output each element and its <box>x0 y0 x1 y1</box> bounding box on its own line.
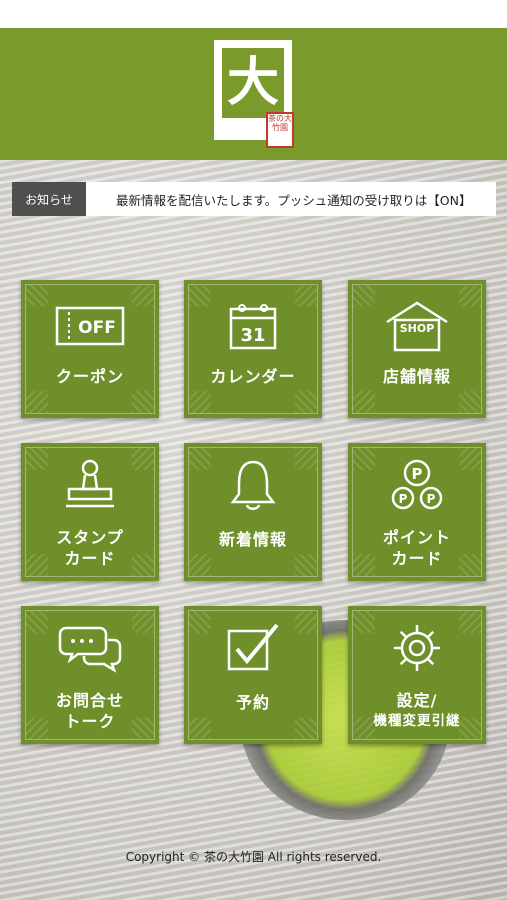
tile-label-line2: カード <box>391 549 443 568</box>
bell-icon <box>184 457 322 513</box>
tile-label: カレンダー <box>210 367 296 386</box>
tile-label-line1: ポイント <box>382 528 451 547</box>
tile-coupon[interactable]: OFF クーポン <box>21 280 159 418</box>
tile-label-line1: お問合せ <box>55 691 124 710</box>
tile-label-line1: スタンプ <box>56 528 124 547</box>
tile-settings[interactable]: 設定/ 機種変更引継 <box>348 606 486 744</box>
tile-label: 店舗情報 <box>382 367 451 386</box>
logo-character: 大 <box>226 52 279 113</box>
stamp-icon <box>21 457 159 513</box>
checkbox-icon <box>184 620 322 676</box>
tile-label: クーポン <box>55 367 124 386</box>
tile-calendar[interactable]: 31 カレンダー <box>184 280 322 418</box>
brand-seal-stamp: 茶の大竹園 <box>266 112 294 148</box>
calendar-icon: 31 <box>184 298 322 354</box>
svg-text:P: P <box>427 492 436 506</box>
tile-label: 予約 <box>235 693 270 712</box>
svg-text:P: P <box>399 492 408 506</box>
tile-label-line1: 設定/ <box>396 691 438 710</box>
tile-point-card[interactable]: P P P ポイント カード <box>348 443 486 581</box>
chat-bubbles-icon <box>21 620 159 676</box>
tile-label-line2: トーク <box>64 712 116 731</box>
shop-house-icon: SHOP <box>348 298 486 354</box>
tile-label-line2: カード <box>64 549 116 568</box>
news-label: お知らせ <box>12 182 86 216</box>
tile-label-line2: 機種変更引継 <box>373 713 461 729</box>
copyright-footer: Copyright © 茶の大竹園 All rights reserved. <box>125 850 382 864</box>
point-coins-icon: P P P <box>348 457 486 513</box>
tile-label: 新着情報 <box>218 530 287 549</box>
svg-text:31: 31 <box>240 325 265 346</box>
coupon-ticket-icon: OFF <box>21 298 159 354</box>
app-header: 大 茶の大竹園 <box>0 28 507 160</box>
tile-news[interactable]: 新着情報 <box>184 443 322 581</box>
tile-inquiry-talk[interactable]: お問合せ トーク <box>21 606 159 744</box>
tile-reservation[interactable]: 予約 <box>184 606 322 744</box>
tile-stamp-card[interactable]: スタンプ カード <box>21 443 159 581</box>
news-ticker-text: 最新情報を配信いたします。プッシュ通知の受け取りは【ON】 <box>116 192 472 208</box>
tile-shop-info[interactable]: SHOP 店舗情報 <box>348 280 486 418</box>
svg-text:SHOP: SHOP <box>400 322 435 335</box>
news-ticker[interactable]: お知らせ 最新情報を配信いたします。プッシュ通知の受け取りは【ON】 <box>12 182 496 216</box>
gear-icon <box>348 620 486 676</box>
svg-text:OFF: OFF <box>78 318 116 338</box>
svg-text:P: P <box>412 465 423 483</box>
